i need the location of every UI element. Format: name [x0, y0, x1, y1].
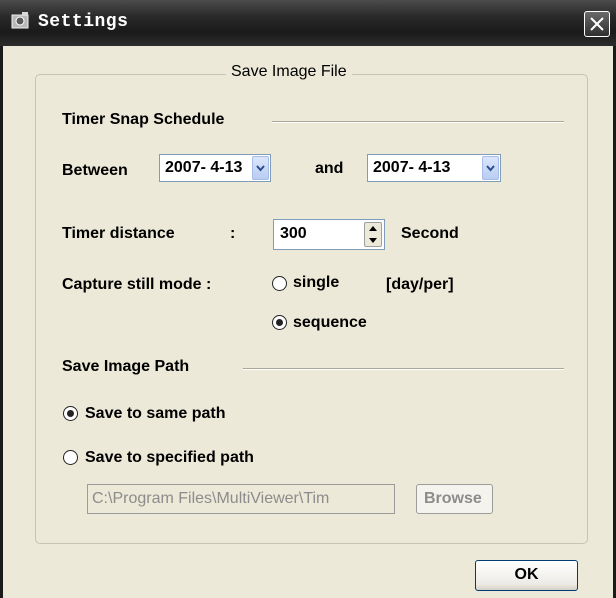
end-date-value: 2007- 4-13 — [373, 159, 451, 176]
specified-path-label[interactable]: Save to specified path — [85, 449, 254, 467]
capture-mode-label: Capture still mode : — [62, 276, 212, 293]
sequence-radio[interactable] — [272, 315, 287, 330]
timer-distance-unit: Second — [401, 225, 459, 242]
path-value: C:\Program Files\MultiViewer\Tim — [92, 490, 330, 507]
capture-mode-note: [day/per] — [386, 276, 454, 293]
start-date-dropdown-button[interactable] — [252, 156, 269, 180]
app-icon — [11, 12, 29, 29]
save-image-group — [35, 74, 588, 544]
ok-label: OK — [514, 566, 539, 583]
timer-distance-colon: : — [230, 225, 236, 242]
between-label: Between — [62, 162, 128, 179]
save-path-separator — [243, 368, 564, 370]
chevron-down-icon — [256, 165, 265, 172]
start-date-picker[interactable]: 2007- 4-13 — [159, 154, 271, 182]
timer-distance-value: 300 — [280, 225, 307, 242]
path-input[interactable]: C:\Program Files\MultiViewer\Tim — [87, 484, 395, 514]
end-date-picker[interactable]: 2007- 4-13 — [367, 154, 501, 182]
and-label: and — [315, 160, 344, 177]
save-path-heading: Save Image Path — [62, 358, 190, 375]
chevron-down-icon — [486, 165, 495, 172]
browse-label: Browse — [424, 490, 482, 507]
same-path-radio[interactable] — [63, 406, 78, 421]
timer-distance-spinner[interactable]: 300 — [273, 219, 385, 250]
timer-distance-label: Timer distance — [62, 225, 175, 242]
spinner-buttons[interactable] — [364, 222, 382, 247]
window-title: Settings — [38, 12, 129, 32]
spin-down-icon[interactable] — [365, 235, 381, 246]
settings-window: Settings Save Image File Timer Snap Sche… — [0, 0, 616, 598]
same-path-label[interactable]: Save to same path — [85, 405, 226, 423]
specified-path-radio[interactable] — [63, 450, 78, 465]
ok-button[interactable]: OK — [475, 560, 578, 591]
end-date-dropdown-button[interactable] — [482, 156, 499, 180]
sequence-label[interactable]: sequence — [293, 314, 367, 332]
close-icon — [590, 17, 604, 31]
title-bar[interactable]: Settings — [0, 0, 616, 46]
group-title: Save Image File — [226, 63, 352, 81]
close-button[interactable] — [584, 11, 610, 37]
schedule-separator — [272, 121, 564, 123]
single-radio[interactable] — [272, 276, 287, 291]
spin-up-icon[interactable] — [365, 223, 381, 234]
start-date-value: 2007- 4-13 — [165, 159, 243, 176]
timer-schedule-heading: Timer Snap Schedule — [62, 111, 225, 128]
browse-button[interactable]: Browse — [416, 484, 493, 514]
single-label[interactable]: single — [293, 274, 339, 292]
